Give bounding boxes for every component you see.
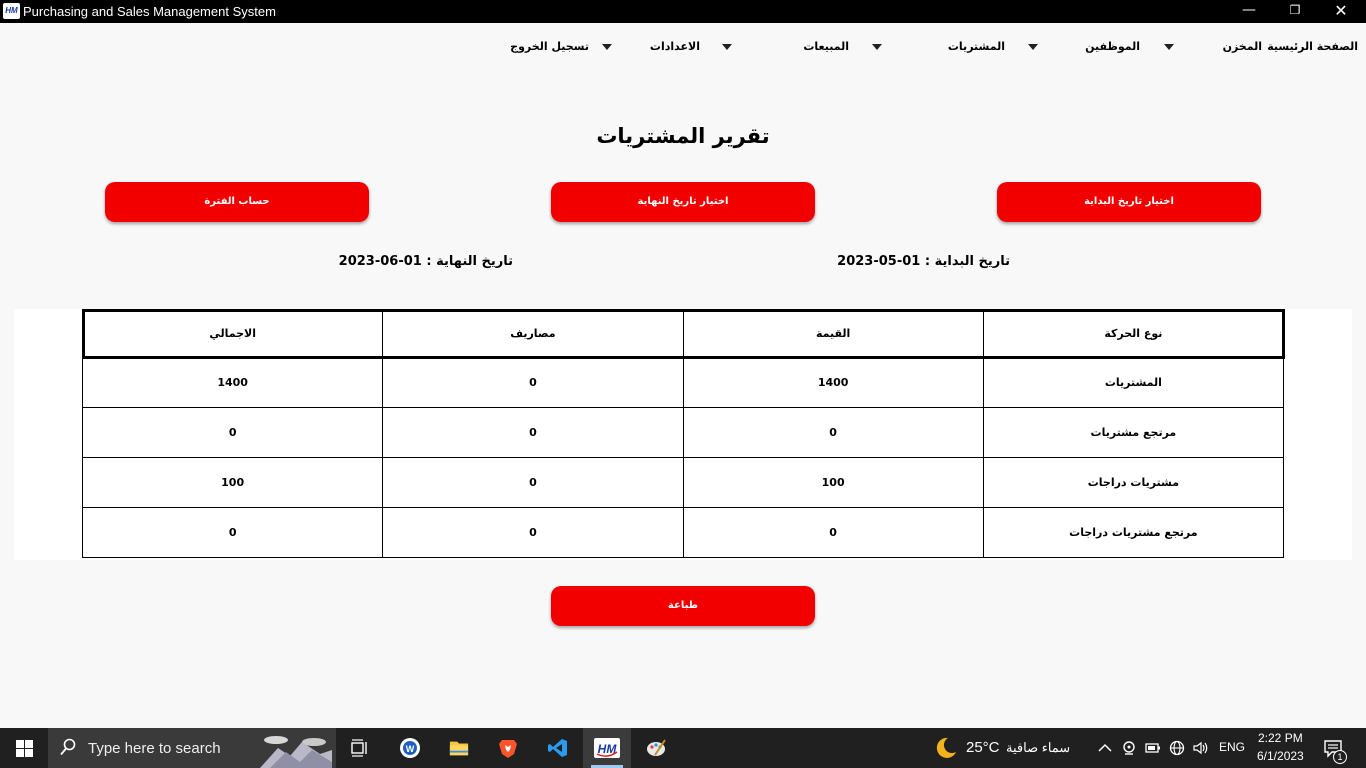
- taskbar-search-box[interactable]: Type here to search: [48, 728, 336, 768]
- page-title: تقرير المشتريات: [596, 124, 770, 148]
- employees-dropdown-arrow-icon[interactable]: [1028, 44, 1038, 50]
- weather-temperature[interactable]: 25°C: [966, 739, 1000, 756]
- clock-date[interactable]: 6/1/2023: [1257, 749, 1304, 763]
- menu-sales[interactable]: المبيعات: [803, 40, 849, 56]
- cell-value: 1400: [682, 357, 984, 408]
- table-header-row: نوع الحركة القيمة مصاريف الاجمالي: [81, 308, 1285, 359]
- search-placeholder: Type here to search: [88, 740, 221, 757]
- choose-start-date-button[interactable]: اختيار تاريخ البداية: [997, 182, 1261, 222]
- weather-description[interactable]: سماء صافية: [1006, 740, 1070, 756]
- vscode-icon: [548, 739, 567, 757]
- purchases-report-table: نوع الحركة القيمة مصاريف الاجمالي المشتر…: [81, 308, 1285, 558]
- cell-transaction-type: مشتريات دراجات: [982, 457, 1285, 508]
- menu-logout[interactable]: تسجيل الخروج: [510, 40, 589, 56]
- purchases-dropdown-arrow-icon[interactable]: [872, 44, 882, 50]
- close-button[interactable]: ✕: [1318, 0, 1364, 23]
- cell-expenses: 0: [382, 507, 684, 558]
- word-app-button[interactable]: W: [386, 728, 434, 768]
- chevron-up-icon[interactable]: [1097, 740, 1113, 756]
- svg-text:W: W: [406, 744, 415, 754]
- task-view-button[interactable]: [336, 728, 384, 768]
- app-logo-icon: HM: [3, 3, 20, 19]
- window-title: Purchasing and Sales Management System: [23, 4, 276, 19]
- notification-count-badge: 1: [1333, 750, 1347, 764]
- menu-home[interactable]: الصفحة الرئيسية: [1267, 40, 1358, 56]
- window-title-bar: HM Purchasing and Sales Management Syste…: [0, 0, 1366, 23]
- vscode-button[interactable]: [534, 728, 582, 768]
- menu-employees[interactable]: الموظفين: [1085, 40, 1140, 56]
- search-icon: [60, 738, 76, 756]
- cell-transaction-type: المشتريات: [982, 357, 1285, 408]
- file-explorer-button[interactable]: [435, 728, 483, 768]
- task-view-icon: [351, 739, 367, 757]
- calculate-period-button[interactable]: حساب الفترة: [105, 182, 369, 222]
- cell-total: 0: [81, 407, 384, 458]
- cell-expenses: 0: [382, 457, 684, 508]
- cell-value: 0: [682, 507, 984, 558]
- cell-total: 100: [81, 457, 384, 508]
- sales-dropdown-arrow-icon[interactable]: [722, 44, 732, 50]
- menu-warehouse[interactable]: المخزن: [1223, 40, 1262, 56]
- cell-value: 0: [682, 407, 984, 458]
- brave-browser-icon: [499, 740, 517, 758]
- webcam-icon[interactable]: [1121, 740, 1137, 756]
- header-value: القيمة: [682, 309, 984, 358]
- language-indicator[interactable]: ENG: [1219, 740, 1245, 754]
- network-globe-icon[interactable]: [1169, 740, 1185, 756]
- table-row[interactable]: مرتجع مشتريات دراجات 0 0 0: [81, 507, 1285, 558]
- paint-app-button[interactable]: [632, 728, 680, 768]
- menu-settings[interactable]: الاعدادات: [650, 40, 700, 56]
- cell-expenses: 0: [382, 407, 684, 458]
- header-expenses: مصاريف: [382, 309, 684, 358]
- start-date-label: تاريخ البداية : 01-05-2023: [837, 254, 1010, 269]
- maximize-button[interactable]: ❐: [1272, 0, 1318, 23]
- speaker-volume-icon[interactable]: [1193, 740, 1209, 756]
- table-row[interactable]: مشتريات دراجات 100 0 100: [81, 457, 1285, 508]
- warehouse-dropdown-arrow-icon[interactable]: [1164, 44, 1174, 50]
- cell-expenses: 0: [382, 357, 684, 408]
- battery-icon[interactable]: [1145, 740, 1161, 756]
- hm-app-button[interactable]: HM: [583, 728, 631, 768]
- cell-total: 0: [81, 507, 384, 558]
- brave-browser-button[interactable]: [484, 728, 532, 768]
- print-button[interactable]: طباعة: [551, 586, 815, 626]
- paint-app-icon: [647, 739, 666, 756]
- mountain-highlight-icon: [260, 736, 332, 768]
- windows-start-icon[interactable]: [16, 740, 33, 757]
- hm-app-icon: HM: [594, 738, 620, 758]
- settings-dropdown-arrow-icon[interactable]: [602, 44, 612, 50]
- moon-weather-icon[interactable]: [934, 736, 958, 760]
- choose-end-date-button[interactable]: اختيار تاريخ النهاية: [551, 182, 815, 222]
- word-app-icon: W: [400, 738, 420, 758]
- minimize-button[interactable]: —: [1226, 0, 1272, 23]
- taskbar: Type here to search W HM 25°C سماء صافية…: [0, 728, 1366, 768]
- table-row[interactable]: المشتريات 1400 0 1400: [81, 357, 1285, 408]
- menu-purchases[interactable]: المشتريات: [948, 40, 1005, 56]
- clock-time[interactable]: 2:22 PM: [1258, 731, 1303, 745]
- table-row[interactable]: مرتجع مشتريات 0 0 0: [81, 407, 1285, 458]
- header-transaction-type: نوع الحركة: [982, 309, 1285, 358]
- file-explorer-icon: [449, 741, 469, 756]
- cell-transaction-type: مرتجع مشتريات: [982, 407, 1285, 458]
- cell-value: 100: [682, 457, 984, 508]
- end-date-label: تاريخ النهاية : 01-06-2023: [338, 254, 513, 269]
- cell-transaction-type: مرتجع مشتريات دراجات: [982, 507, 1285, 558]
- header-total: الاجمالي: [81, 309, 384, 358]
- cell-total: 1400: [81, 357, 384, 408]
